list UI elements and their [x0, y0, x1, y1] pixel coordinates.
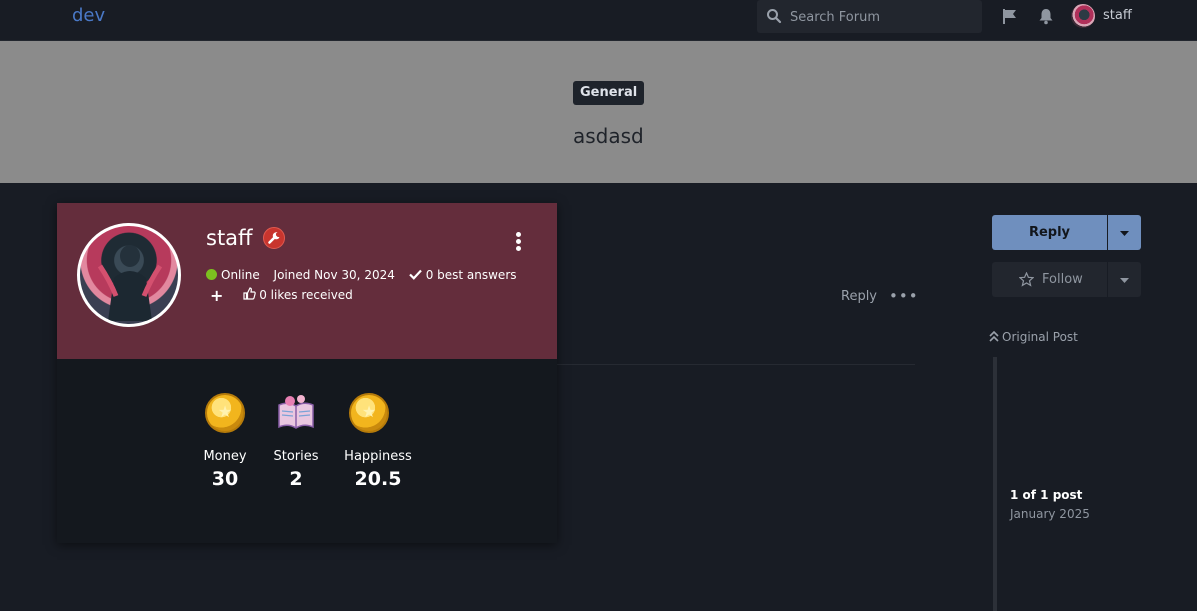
stat-happiness-text: Happiness 20.5 — [339, 449, 417, 490]
reply-options-dropdown[interactable] — [1108, 215, 1141, 250]
post-reply-button[interactable]: Reply — [841, 289, 877, 304]
online-status: Online — [206, 268, 260, 282]
search-box[interactable] — [757, 0, 982, 33]
timeline-scrollbar[interactable] — [993, 357, 997, 611]
topic-banner — [0, 41, 1197, 183]
reply-button[interactable]: Reply — [992, 215, 1107, 250]
book-icon — [278, 395, 314, 429]
likes-received: 0 likes received — [243, 287, 353, 302]
post-more-options-button[interactable]: ••• — [889, 287, 919, 305]
double-chevron-up-icon — [989, 330, 999, 342]
coin-icon — [205, 393, 245, 433]
profile-meta-row: Online Joined Nov 30, 2024 0 best answer… — [206, 268, 527, 282]
joined-date: Joined Nov 30, 2024 — [273, 268, 395, 282]
user-profile-card: staff Online Joined Nov 30, 2024 0 best … — [57, 203, 557, 543]
caret-down-icon — [1120, 231, 1129, 236]
follow-label: Follow — [1042, 272, 1083, 287]
timeline-post-count: 1 of 1 post — [1010, 488, 1083, 502]
original-post-link[interactable]: Original Post — [989, 330, 1078, 344]
search-icon — [767, 9, 782, 24]
online-dot-icon — [206, 269, 217, 280]
coin-icon — [349, 393, 389, 433]
profile-card-header: staff Online Joined Nov 30, 2024 0 best … — [57, 203, 557, 359]
stat-label: Money — [203, 449, 247, 464]
staff-wrench-icon — [263, 227, 285, 249]
user-menu-name: staff — [1103, 8, 1132, 23]
caret-down-icon — [1120, 278, 1129, 283]
timeline-date: January 2025 — [1010, 507, 1090, 521]
stat-label: Happiness — [344, 449, 412, 464]
search-input[interactable] — [790, 7, 970, 27]
top-navigation-bar: dev staff — [0, 0, 1197, 41]
checkmark-icon — [408, 269, 422, 280]
profile-meta-row-2: + 0 likes received — [206, 286, 363, 305]
profile-avatar[interactable] — [77, 223, 181, 327]
flag-icon[interactable] — [1002, 8, 1018, 25]
thumbs-up-icon — [243, 287, 256, 300]
stat-label: Stories — [273, 449, 319, 464]
stat-stories-text: Stories 2 — [269, 449, 323, 490]
site-brand-link[interactable]: dev — [72, 5, 105, 26]
profile-stats: Money 30 Stories 2 Happiness 20.5 — [57, 393, 557, 503]
stat-happiness — [349, 393, 389, 447]
avatar-figure — [97, 245, 163, 321]
notifications-bell-icon[interactable] — [1038, 8, 1054, 25]
category-badge[interactable]: General — [573, 81, 645, 105]
follow-button[interactable]: Follow — [992, 262, 1107, 297]
add-plus-icon[interactable]: + — [210, 286, 223, 305]
stat-value: 20.5 — [354, 468, 402, 490]
best-answers: 0 best answers — [408, 268, 517, 282]
stat-money-text: Money 30 — [197, 449, 253, 490]
follow-options-dropdown[interactable] — [1108, 262, 1141, 297]
stat-value: 2 — [289, 468, 303, 490]
star-icon — [1019, 272, 1034, 287]
stat-stories — [276, 393, 316, 451]
profile-more-icon[interactable] — [513, 232, 523, 252]
stat-value: 30 — [211, 468, 239, 490]
topic-title: asdasd — [573, 124, 644, 148]
post-divider — [557, 364, 915, 365]
profile-username[interactable]: staff — [206, 226, 253, 250]
stat-money — [205, 393, 245, 447]
user-avatar — [1071, 4, 1095, 28]
